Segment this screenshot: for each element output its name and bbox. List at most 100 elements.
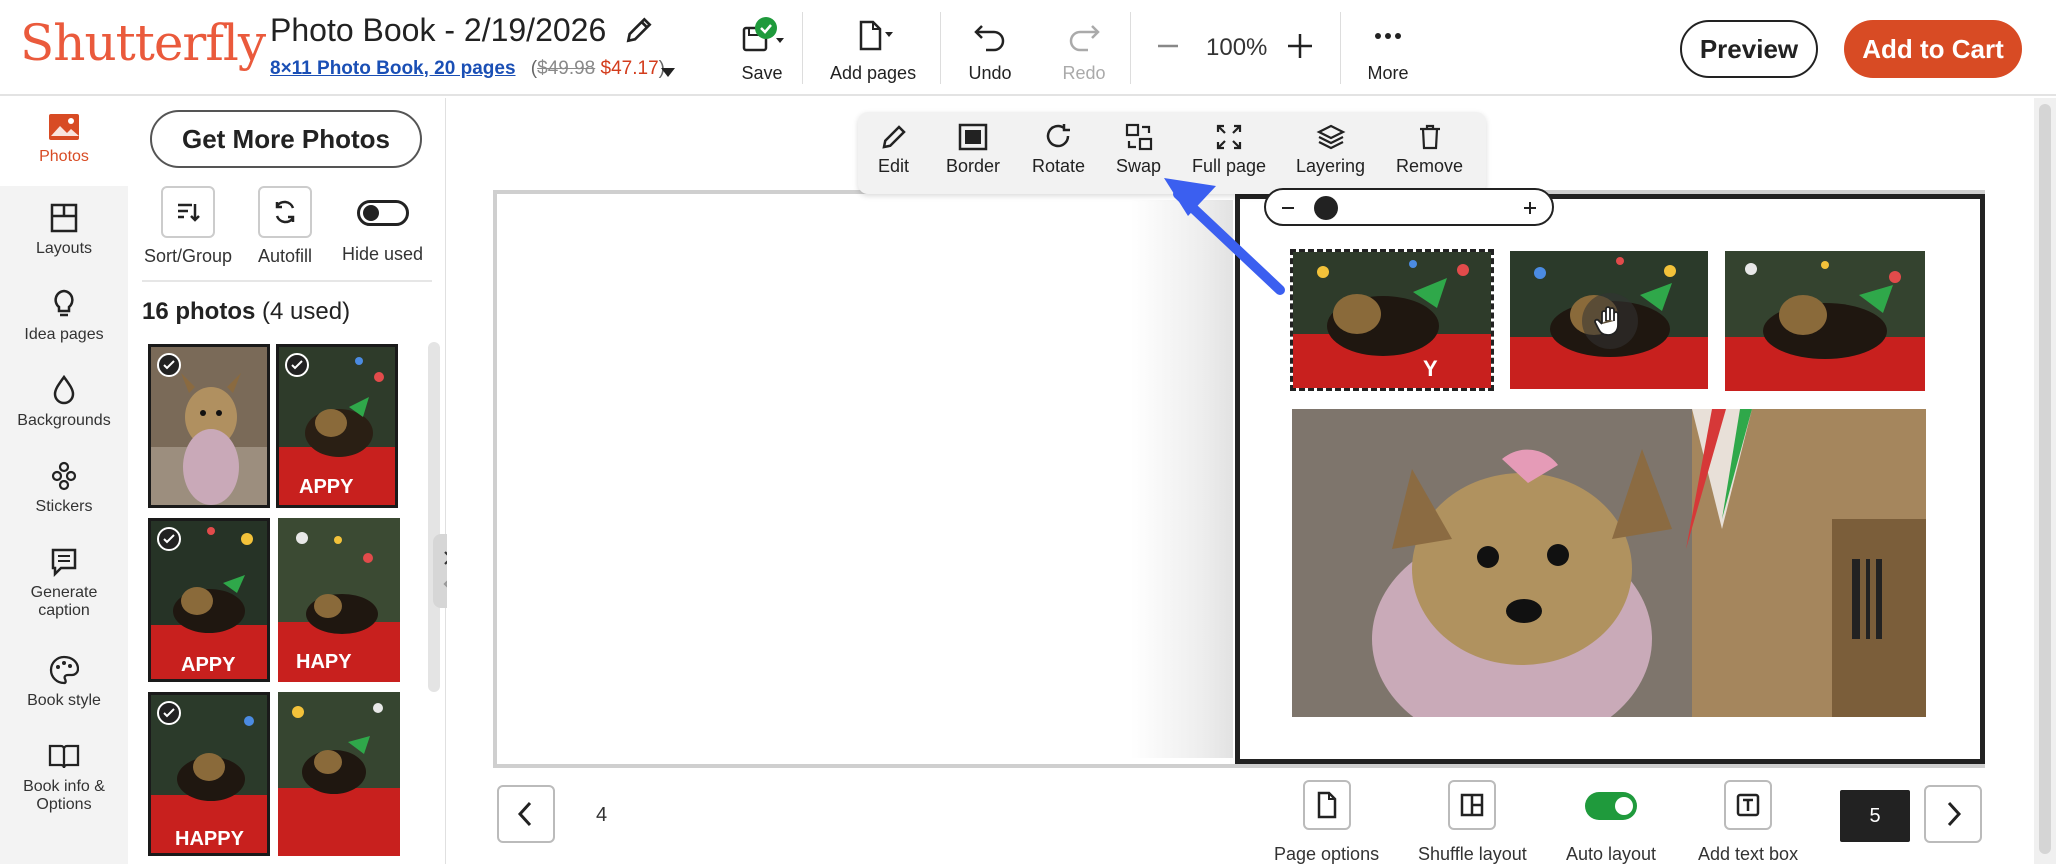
- check-icon: [157, 701, 181, 725]
- chevron-down-icon[interactable]: [658, 64, 678, 85]
- current-page-number: 5: [1840, 790, 1910, 842]
- auto-layout-toggle[interactable]: Auto layout: [1566, 780, 1656, 864]
- autofill-button[interactable]: Autofill: [258, 186, 312, 267]
- nav-generate-caption[interactable]: Generate caption: [0, 546, 128, 620]
- photo-thumbnail[interactable]: APPY: [276, 344, 398, 508]
- nav-backgrounds[interactable]: Backgrounds: [0, 374, 128, 430]
- undo-button[interactable]: Undo: [968, 16, 1012, 84]
- swap-button[interactable]: Swap: [1116, 122, 1161, 177]
- nav-backgrounds-label: Backgrounds: [17, 412, 111, 429]
- product-summary: 8×11 Photo Book, 20 pages ($49.98 $47.17…: [270, 58, 665, 80]
- photo-thumbnail[interactable]: [148, 344, 270, 508]
- slider-knob[interactable]: [1314, 196, 1338, 220]
- nav-idea-pages[interactable]: Idea pages: [0, 288, 128, 344]
- new-price: $47.17: [600, 58, 659, 79]
- zoom-in-button[interactable]: [1284, 30, 1316, 67]
- add-to-cart-button[interactable]: Add to Cart: [1844, 20, 2022, 78]
- more-button[interactable]: More: [1366, 16, 1410, 84]
- expand-icon: [1216, 124, 1242, 150]
- page-options-button[interactable]: Page options: [1274, 780, 1379, 864]
- save-icon: [742, 17, 784, 52]
- plus-icon[interactable]: [1522, 200, 1538, 216]
- nav-book-style[interactable]: Book style: [0, 654, 128, 710]
- add-pages-button[interactable]: Add pages: [830, 16, 916, 84]
- next-page-button[interactable]: [1924, 785, 1982, 843]
- product-link[interactable]: 8×11 Photo Book, 20 pages: [270, 58, 516, 79]
- project-title[interactable]: Photo Book - 2/19/2026: [270, 12, 606, 49]
- hide-used-switch[interactable]: [356, 200, 409, 226]
- sort-group-button[interactable]: Sort/Group: [144, 186, 232, 267]
- hide-used-toggle[interactable]: Hide used: [342, 186, 423, 265]
- divider: [802, 12, 803, 84]
- text-box-icon: [1736, 793, 1760, 817]
- nav-photos-label: Photos: [39, 148, 89, 165]
- more-label: More: [1367, 63, 1409, 83]
- palette-icon: [49, 655, 79, 685]
- pencil-icon[interactable]: [623, 14, 655, 51]
- hide-used-label: Hide used: [342, 244, 424, 264]
- nav-photos[interactable]: Photos: [0, 98, 128, 186]
- previous-page-button[interactable]: [497, 785, 555, 843]
- rotate-button[interactable]: Rotate: [1032, 122, 1085, 177]
- photo-count-used: (4 used): [262, 298, 351, 325]
- photo-thumbnail[interactable]: HAPPY: [148, 692, 270, 856]
- nav-generate-caption-line2: caption: [38, 602, 90, 619]
- photo-slot-selected[interactable]: Y: [1290, 249, 1494, 391]
- photo-thumbnail[interactable]: HAPY: [278, 518, 400, 682]
- preview-button[interactable]: Preview: [1680, 20, 1818, 78]
- add-text-box-button[interactable]: Add text box: [1698, 780, 1798, 864]
- nav-layouts-label: Layouts: [35, 240, 93, 257]
- svg-text:APPY: APPY: [299, 476, 354, 498]
- remove-button[interactable]: Remove: [1396, 122, 1463, 177]
- canvas-scrollbar-thumb[interactable]: [2039, 104, 2051, 854]
- photo-slot-large[interactable]: [1292, 409, 1926, 717]
- chevron-left-icon: [517, 801, 532, 827]
- undo-icon: [974, 25, 1005, 52]
- swap-icon: [1125, 123, 1152, 151]
- photo-count-total: 16 photos: [142, 298, 256, 325]
- panel-scrollbar[interactable]: [428, 342, 440, 692]
- photo-zoom-slider[interactable]: [1264, 188, 1554, 226]
- get-more-photos-button[interactable]: Get More Photos: [150, 110, 422, 168]
- nav-book-info[interactable]: Book info & Options: [0, 740, 128, 814]
- check-icon: [157, 353, 181, 377]
- svg-text:APPY: APPY: [181, 654, 236, 676]
- shuffle-layout-label: Shuffle layout: [1418, 844, 1527, 864]
- nav-layouts[interactable]: Layouts: [0, 202, 128, 258]
- svg-text:HAPY: HAPY: [296, 651, 352, 673]
- photo-slot[interactable]: [1725, 251, 1925, 391]
- photo-thumbnail[interactable]: APPY: [148, 518, 270, 682]
- nav-generate-caption-line1: Generate: [30, 584, 98, 601]
- svg-text:Y: Y: [1423, 356, 1438, 381]
- left-nav: Photos Layouts Idea pages Backgrounds St…: [0, 98, 128, 864]
- layouts-icon: [50, 203, 78, 233]
- layout-grid-icon: [1461, 793, 1484, 817]
- canvas-scrollbar[interactable]: [2034, 98, 2056, 864]
- nav-stickers-label: Stickers: [35, 498, 93, 515]
- nav-book-style-label: Book style: [27, 692, 101, 709]
- nav-stickers[interactable]: Stickers: [0, 460, 128, 516]
- photo-thumbnail[interactable]: [278, 692, 400, 856]
- photos-icon: [49, 114, 79, 140]
- border-button[interactable]: Border: [946, 122, 1000, 177]
- shuffle-layout-button[interactable]: Shuffle layout: [1418, 780, 1527, 864]
- layering-button[interactable]: Layering: [1296, 122, 1365, 177]
- zoom-out-button[interactable]: [1152, 30, 1184, 67]
- auto-layout-switch[interactable]: [1585, 792, 1638, 820]
- caption-icon: [51, 548, 77, 578]
- page-options-label: Page options: [1274, 844, 1380, 864]
- save-button[interactable]: Save: [738, 16, 786, 84]
- svg-text:HAPPY: HAPPY: [175, 828, 245, 850]
- photo-slot[interactable]: [1510, 251, 1708, 389]
- left-page[interactable]: [503, 200, 1233, 758]
- right-page[interactable]: Y: [1235, 194, 1985, 764]
- trash-icon: [1419, 124, 1440, 150]
- check-icon: [157, 527, 181, 551]
- autofill-label: Autofill: [258, 246, 313, 266]
- redo-button[interactable]: Redo: [1062, 16, 1106, 84]
- zoom-level: 100%: [1206, 34, 1268, 61]
- plus-icon: [1288, 34, 1312, 58]
- full-page-button[interactable]: Full page: [1192, 122, 1266, 177]
- shutterfly-logo[interactable]: Shutterfly: [20, 14, 266, 72]
- edit-button[interactable]: Edit: [878, 122, 909, 177]
